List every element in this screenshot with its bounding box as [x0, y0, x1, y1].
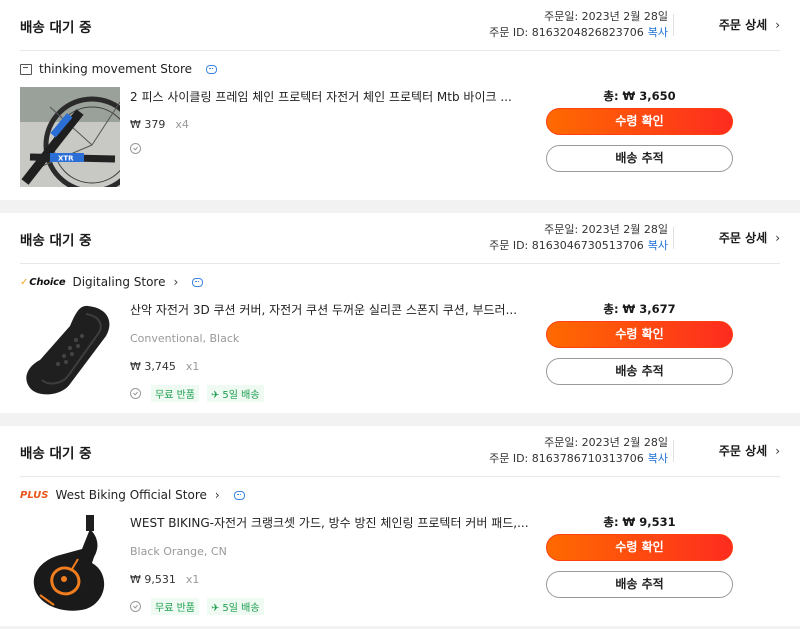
quantity: x1: [185, 360, 200, 373]
product-image[interactable]: XTR: [20, 87, 120, 187]
unit-price: ₩ 379: [130, 118, 166, 131]
shield-icon: [130, 143, 141, 154]
order-card: 배송 대기 중 주문일: 2023년 2월 28일 주문 ID: 8163786…: [0, 426, 800, 626]
track-shipment-button[interactable]: 배송 추적: [546, 571, 733, 598]
order-meta: 주문일: 2023년 2월 28일 주문 ID: 816378671031370…: [489, 435, 668, 467]
order-id: 주문 ID: 8163786710313706: [489, 452, 644, 465]
order-meta: 주문일: 2023년 2월 28일 주문 ID: 816304673051370…: [489, 222, 668, 254]
shield-icon: [130, 601, 141, 612]
track-shipment-button[interactable]: 배송 추적: [546, 358, 733, 385]
order-total: 총: ₩ 9,531: [603, 515, 676, 529]
delivery-tag-label: 5일 배송: [222, 603, 260, 614]
plane-icon: ✈: [210, 390, 220, 401]
order-status: 배송 대기 중: [20, 446, 92, 462]
quantity: x4: [175, 118, 189, 131]
product-image[interactable]: [20, 513, 120, 613]
chevron-right-icon: ›: [775, 18, 780, 32]
tag-row: [130, 143, 530, 154]
divider: [673, 14, 674, 36]
order-date: 주문일: 2023년 2월 28일: [544, 436, 668, 449]
choice-badge: ✓Choice: [20, 276, 66, 288]
copy-id-button[interactable]: 복사: [648, 26, 668, 39]
order-date: 주문일: 2023년 2월 28일: [544, 10, 668, 23]
order-detail-label: 주문 상세: [718, 444, 768, 458]
order-header: 배송 대기 중 주문일: 2023년 2월 28일 주문 ID: 8163046…: [20, 213, 780, 264]
price-qty: ₩ 3,745 x1: [130, 360, 530, 373]
product-title[interactable]: 2 피스 사이클링 프레임 체인 프로텍터 자전거 체인 프로텍터 Mtb 바이…: [130, 88, 530, 104]
order-card: 배송 대기 중 주문일: 2023년 2월 28일 주문 ID: 8163204…: [0, 0, 800, 200]
svg-text:XTR: XTR: [58, 155, 74, 163]
plane-icon: ✈: [210, 603, 220, 614]
chat-icon[interactable]: [192, 277, 204, 287]
product-variant: Black Orange, CN: [130, 545, 227, 558]
delivery-tag: ✈ 5일 배송: [206, 598, 264, 615]
order-actions: 총: ₩ 3,677 수령 확인 배송 추적: [546, 301, 733, 385]
order-list: 배송 대기 중 주문일: 2023년 2월 28일 주문 ID: 8163204…: [0, 0, 800, 626]
delivery-tag: ✈ 5일 배송: [206, 385, 264, 402]
order-total: 총: ₩ 3,677: [603, 302, 676, 316]
quantity: x1: [185, 573, 200, 586]
order-detail-link[interactable]: 주문 상세 ›: [719, 229, 780, 246]
order-header: 배송 대기 중 주문일: 2023년 2월 28일 주문 ID: 8163786…: [20, 426, 780, 477]
confirm-receipt-button[interactable]: 수령 확인: [546, 534, 733, 561]
product-title[interactable]: 산악 자전거 3D 쿠션 커버, 자전거 쿠션 두꺼운 실리콘 스폰지 쿠션, …: [130, 301, 530, 317]
price-qty: ₩ 9,531 x1: [130, 573, 530, 586]
price-qty: ₩ 379 x4: [130, 118, 530, 131]
product-image[interactable]: [20, 300, 120, 400]
order-meta: 주문일: 2023년 2월 28일 주문 ID: 816320482682370…: [489, 9, 668, 41]
confirm-receipt-button[interactable]: 수령 확인: [546, 321, 733, 348]
shield-icon: [130, 388, 141, 399]
order-header: 배송 대기 중 주문일: 2023년 2월 28일 주문 ID: 8163204…: [20, 0, 780, 51]
order-card: 배송 대기 중 주문일: 2023년 2월 28일 주문 ID: 8163046…: [0, 213, 800, 413]
choice-badge-text: Choice: [29, 276, 66, 288]
product-variant: Conventional, Black: [130, 332, 240, 345]
divider: [673, 227, 674, 249]
shop-icon: [20, 63, 32, 75]
store-row: ✓Choice Digitaling Store ›: [20, 264, 780, 299]
store-row: PLUS West Biking Official Store ›: [20, 477, 780, 512]
store-row: thinking movement Store: [20, 51, 780, 86]
order-status: 배송 대기 중: [20, 233, 92, 249]
order-detail-link[interactable]: 주문 상세 ›: [719, 442, 780, 459]
free-return-tag: 무료 반품: [151, 385, 199, 402]
copy-id-button[interactable]: 복사: [648, 452, 668, 465]
order-item: 산악 자전거 3D 쿠션 커버, 자전거 쿠션 두꺼운 실리콘 스폰지 쿠션, …: [20, 299, 780, 412]
order-status: 배송 대기 중: [20, 20, 92, 36]
order-date: 주문일: 2023년 2월 28일: [544, 223, 668, 236]
chevron-right-icon[interactable]: ›: [173, 275, 178, 289]
store-name[interactable]: thinking movement Store: [39, 62, 192, 76]
order-detail-label: 주문 상세: [718, 18, 768, 32]
order-detail-link[interactable]: 주문 상세 ›: [719, 16, 780, 33]
confirm-receipt-button[interactable]: 수령 확인: [546, 108, 733, 135]
delivery-tag-label: 5일 배송: [222, 390, 260, 401]
order-item: XTR 2 피스 사이클링 프레임 체인 프로텍터 자전거 체인 프로텍터 Mt…: [20, 86, 780, 199]
order-item: WEST BIKING-자전거 크랭크셋 가드, 방수 방진 체인링 프로텍터 …: [20, 512, 780, 625]
track-shipment-button[interactable]: 배송 추적: [546, 145, 733, 172]
check-icon: ✓: [20, 276, 29, 288]
order-actions: 총: ₩ 9,531 수령 확인 배송 추적: [546, 514, 733, 598]
chevron-right-icon[interactable]: ›: [215, 488, 220, 502]
chat-icon[interactable]: [233, 490, 245, 500]
order-id: 주문 ID: 8163204826823706: [489, 26, 644, 39]
chat-icon[interactable]: [206, 64, 217, 74]
plus-badge: PLUS: [20, 489, 49, 501]
unit-price: ₩ 9,531: [130, 573, 176, 586]
chevron-right-icon: ›: [775, 231, 780, 245]
store-name[interactable]: West Biking Official Store: [55, 488, 206, 502]
tag-row: 무료 반품 ✈ 5일 배송: [130, 598, 530, 615]
tag-row: 무료 반품 ✈ 5일 배송: [130, 385, 530, 402]
unit-price: ₩ 3,745: [130, 360, 176, 373]
free-return-tag: 무료 반품: [151, 598, 199, 615]
order-actions: 총: ₩ 3,650 수령 확인 배송 추적: [546, 88, 733, 172]
chevron-right-icon: ›: [775, 444, 780, 458]
order-total: 총: ₩ 3,650: [603, 89, 676, 103]
store-name[interactable]: Digitaling Store: [72, 275, 165, 289]
copy-id-button[interactable]: 복사: [648, 239, 668, 252]
order-id: 주문 ID: 8163046730513706: [489, 239, 644, 252]
product-title[interactable]: WEST BIKING-자전거 크랭크셋 가드, 방수 방진 체인링 프로텍터 …: [130, 514, 530, 530]
order-detail-label: 주문 상세: [718, 231, 768, 245]
divider: [673, 440, 674, 462]
